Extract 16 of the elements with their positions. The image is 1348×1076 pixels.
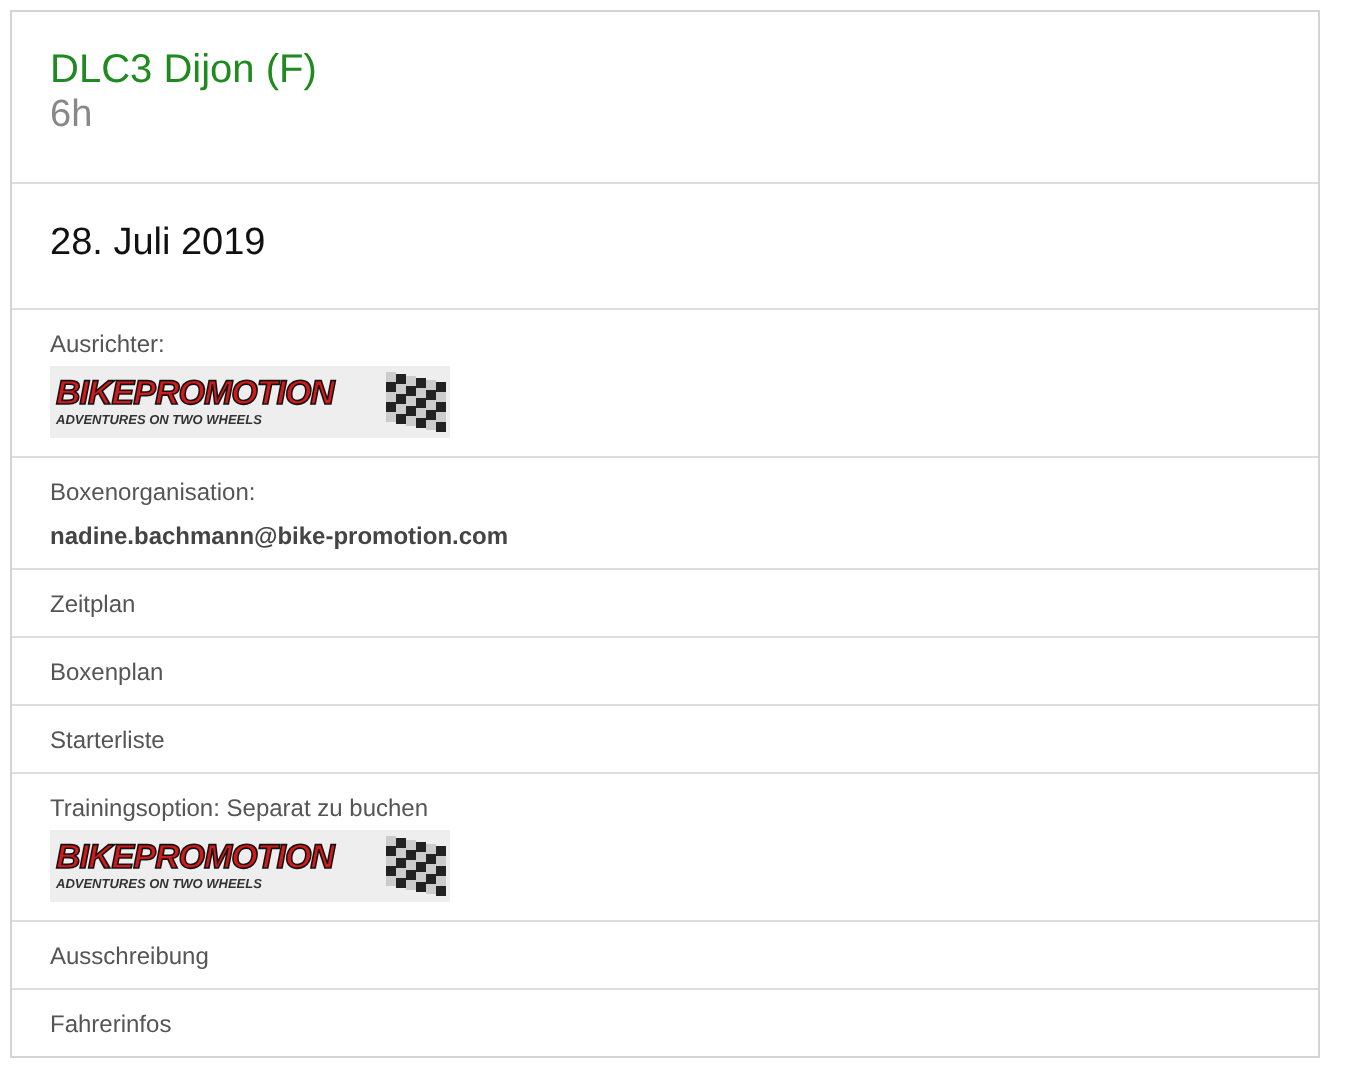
document-link[interactable]: Fahrerinfos bbox=[50, 1010, 172, 1038]
event-title: DLC3 Dijon (F) bbox=[50, 48, 319, 94]
checkered-flag-icon bbox=[386, 372, 446, 432]
document-link[interactable]: Ausschreibung bbox=[50, 942, 209, 970]
row-label: Boxenorganisation: bbox=[50, 478, 256, 506]
row-label: Ausrichter: bbox=[50, 330, 165, 358]
event-date: 28. Juli 2019 bbox=[12, 184, 1318, 310]
event-duration: 6h bbox=[50, 94, 95, 138]
logo-wordmark: BIKEPROMOTION bbox=[56, 838, 334, 878]
document-link[interactable]: Boxenplan bbox=[50, 658, 164, 686]
document-link[interactable]: Starterliste bbox=[50, 726, 165, 754]
checkered-flag-icon bbox=[386, 836, 446, 896]
email-text: nadine.bachmann@bike-promotion.com bbox=[50, 522, 511, 550]
logo-wordmark: BIKEPROMOTION bbox=[56, 374, 334, 414]
document-link[interactable]: Zeitplan bbox=[50, 590, 136, 618]
row-label: Trainingsoption: Separat zu buchen bbox=[50, 794, 429, 822]
